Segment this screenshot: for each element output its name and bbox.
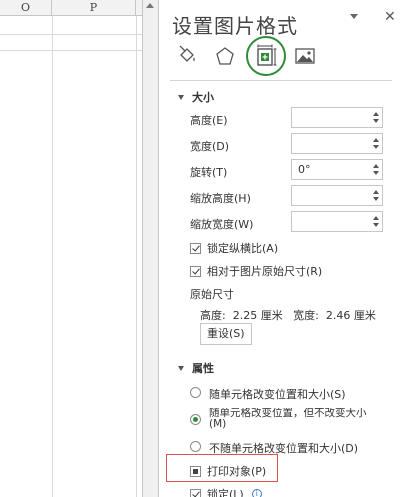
print-object-label: 打印对象(P) xyxy=(207,465,267,478)
collapse-triangle-icon xyxy=(178,365,184,371)
scroll-up-icon[interactable] xyxy=(146,3,154,8)
properties-section-title: 属性 xyxy=(192,362,214,375)
scale-height-spinner[interactable] xyxy=(291,185,383,206)
tab-picture[interactable] xyxy=(290,40,320,72)
scale-width-spinner[interactable] xyxy=(291,211,383,232)
spin-up-icon[interactable] xyxy=(373,164,379,168)
radio-off-icon[interactable] xyxy=(190,387,201,398)
radio-move-size-label: 随单元格改变位置和大小(S) xyxy=(209,388,346,401)
sheet-vertical-scrollbar[interactable] xyxy=(142,0,159,497)
spin-down-icon[interactable] xyxy=(373,223,379,227)
lock-aspect-checkbox[interactable]: 锁定纵横比(A) xyxy=(190,240,278,256)
reset-button[interactable]: 重设(S) xyxy=(200,323,252,345)
rotation-label: 旋转(T) xyxy=(190,166,228,179)
format-picture-pane: 设置图片格式 ✕ 大小 高度(E) 宽度(D) 旋转(T) 0° 缩放高度(H)… xyxy=(160,0,405,497)
spin-up-icon[interactable] xyxy=(373,112,379,116)
worksheet-area[interactable]: O P xyxy=(0,0,142,497)
pane-options-chevron-down-icon[interactable] xyxy=(350,14,358,19)
print-object-checkbox[interactable]: 打印对象(P) xyxy=(190,463,266,479)
spin-down-icon[interactable] xyxy=(373,171,379,175)
pane-content: 大小 高度(E) 宽度(D) 旋转(T) 0° 缩放高度(H) 缩放宽度(W) xyxy=(160,82,405,497)
checkbox-checked-icon[interactable] xyxy=(190,488,201,497)
original-size-label: 原始尺寸 xyxy=(190,288,234,301)
tab-fill-line[interactable] xyxy=(172,40,202,72)
effects-icon xyxy=(216,47,234,65)
lock-aspect-label: 锁定纵横比(A) xyxy=(207,242,279,255)
radio-off-icon[interactable] xyxy=(190,441,201,452)
tab-effects[interactable] xyxy=(210,40,240,72)
rotation-spinner[interactable]: 0° xyxy=(291,159,383,180)
spin-down-icon[interactable] xyxy=(373,145,379,149)
checkbox-checked-icon[interactable] xyxy=(190,242,201,254)
radio-move-and-size[interactable]: 随单元格改变位置和大小(S) xyxy=(190,386,346,402)
pane-title: 设置图片格式 xyxy=(172,14,298,38)
checkbox-indeterminate-icon[interactable] xyxy=(190,465,201,477)
spin-down-icon[interactable] xyxy=(373,197,379,201)
locked-label: 锁定(L) xyxy=(207,488,244,497)
active-tab-highlight xyxy=(246,36,286,76)
collapse-triangle-icon xyxy=(178,94,184,100)
scale-width-label: 缩放宽度(W) xyxy=(190,218,254,231)
height-spinner[interactable] xyxy=(291,107,383,128)
width-label: 宽度(D) xyxy=(190,140,230,153)
column-header-o[interactable]: O xyxy=(0,0,52,16)
spin-up-icon[interactable] xyxy=(373,216,379,220)
gridline xyxy=(0,50,142,51)
size-section-title: 大小 xyxy=(192,91,214,104)
scale-height-label: 缩放高度(H) xyxy=(190,192,251,205)
close-icon[interactable]: ✕ xyxy=(384,9,396,25)
spin-down-icon[interactable] xyxy=(373,119,379,123)
info-icon[interactable]: i xyxy=(251,489,262,497)
rotation-value: 0° xyxy=(298,163,311,176)
properties-section-header[interactable]: 属性 xyxy=(178,360,214,376)
tabs-divider xyxy=(170,80,392,81)
gridline xyxy=(52,16,53,497)
checkbox-checked-icon[interactable] xyxy=(190,265,201,277)
locked-checkbox[interactable]: 锁定(L) i xyxy=(190,486,262,497)
spin-up-icon[interactable] xyxy=(373,138,379,142)
spin-up-icon[interactable] xyxy=(373,190,379,194)
width-spinner[interactable] xyxy=(291,133,383,154)
radio-move-only-label: 随单元格改变位置，但不改变大小(M) xyxy=(209,408,367,430)
height-label: 高度(E) xyxy=(190,114,228,127)
picture-icon xyxy=(295,48,315,64)
column-header-p[interactable]: P xyxy=(52,0,136,16)
relative-original-label: 相对于图片原始尺寸(R) xyxy=(207,265,323,278)
size-section-header[interactable]: 大小 xyxy=(178,89,214,105)
relative-original-checkbox[interactable]: 相对于图片原始尺寸(R) xyxy=(190,263,322,279)
format-tabs xyxy=(170,36,390,76)
gridline xyxy=(0,34,142,35)
fill-line-icon xyxy=(179,45,195,62)
radio-move-only[interactable]: 随单元格改变位置，但不改变大小(M) xyxy=(190,408,379,430)
radio-on-icon[interactable] xyxy=(190,414,201,425)
gridline xyxy=(136,16,137,497)
column-headers: O P xyxy=(0,0,142,16)
original-dimensions: 高度: 2.25 厘米 宽度: 2.46 厘米 xyxy=(200,309,376,322)
